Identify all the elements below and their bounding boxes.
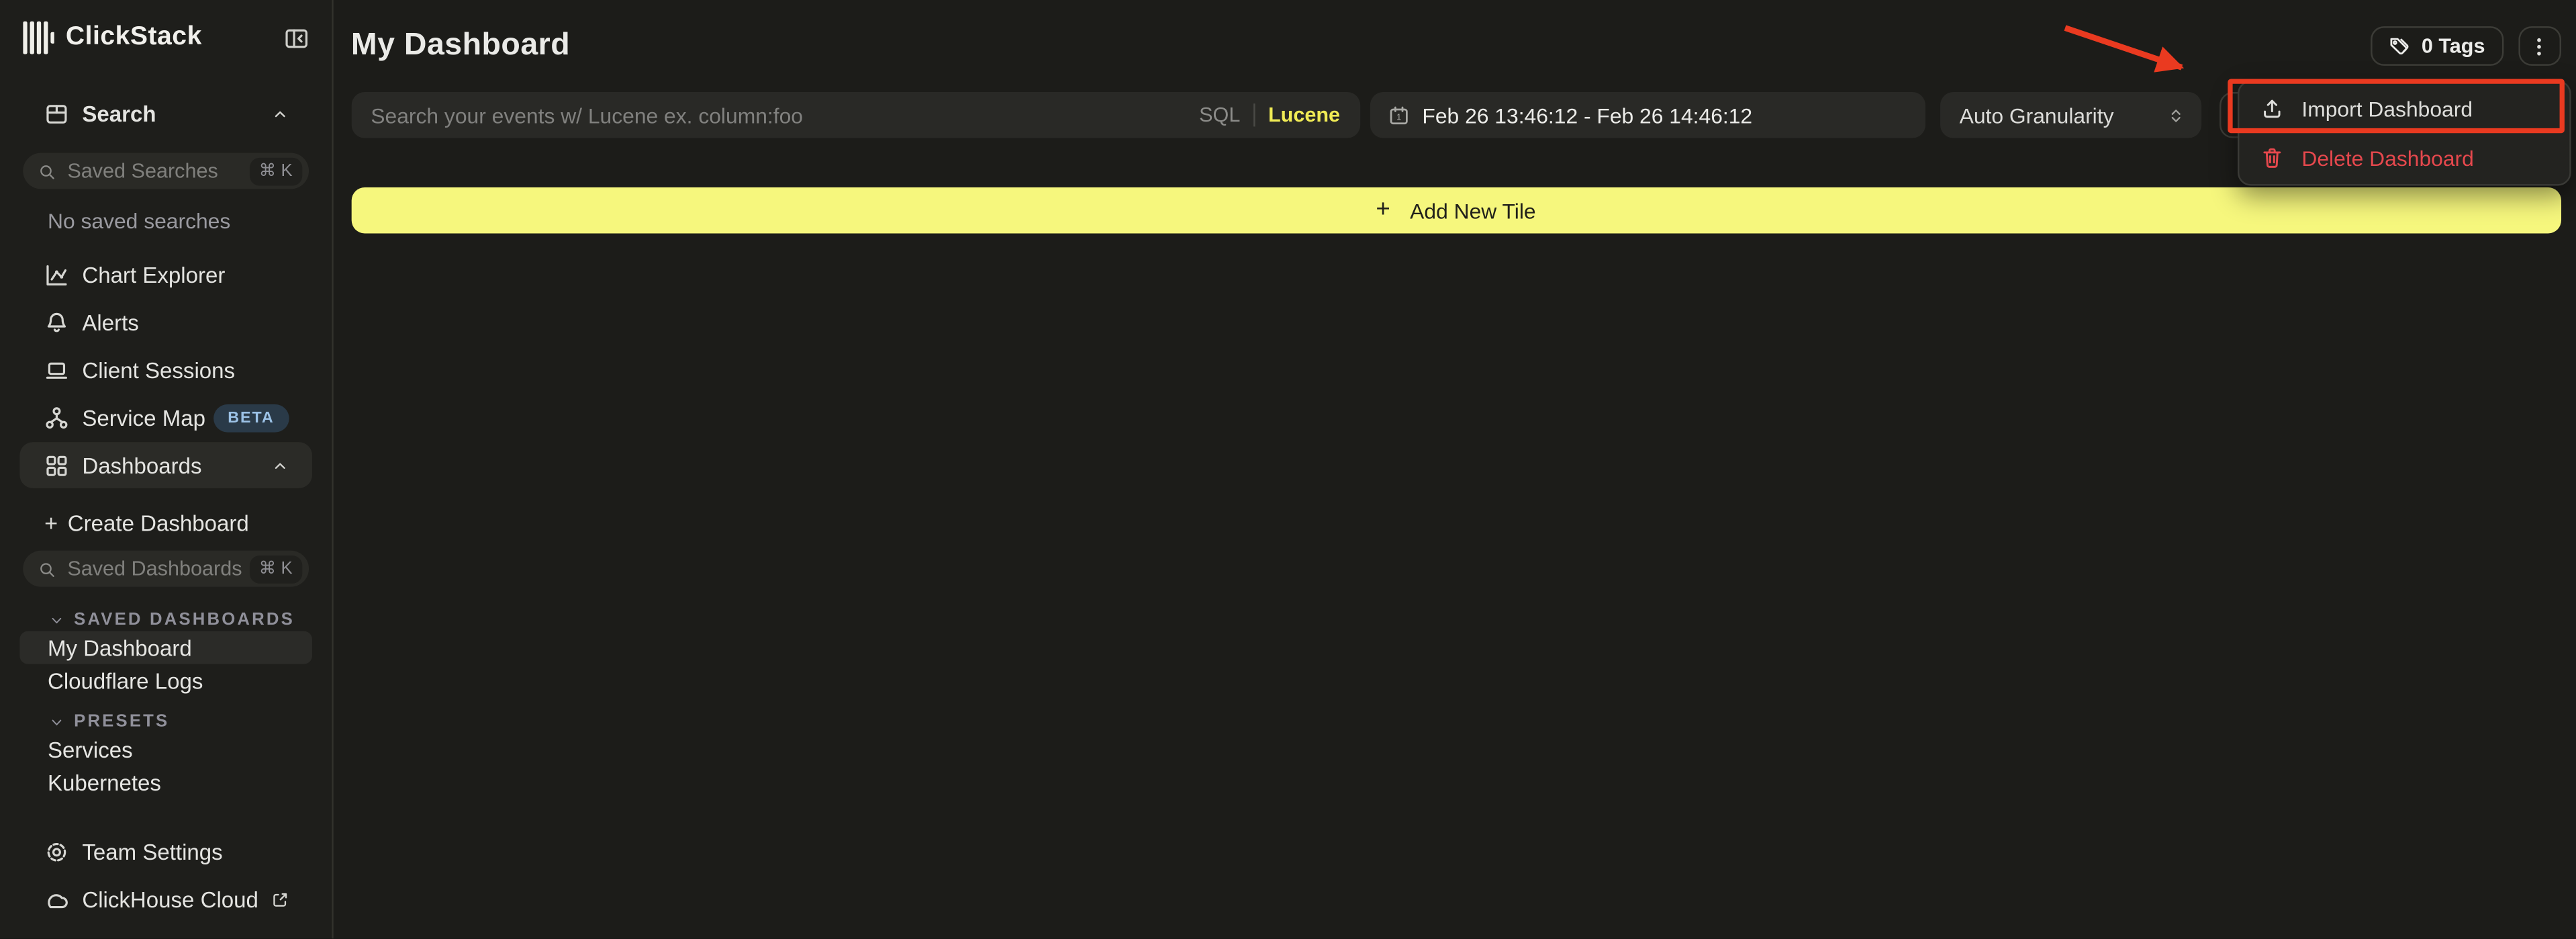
- chevron-up-icon: [271, 456, 289, 474]
- event-search-box[interactable]: SQL Lucene: [351, 92, 1360, 138]
- event-search-input[interactable]: [371, 103, 1186, 128]
- plus-icon: +: [44, 510, 58, 536]
- service-map-icon: [44, 406, 69, 431]
- svg-text:1: 1: [1396, 111, 1400, 121]
- sidebar-item-chart-explorer[interactable]: Chart Explorer: [19, 251, 312, 299]
- clickstack-logo-icon: [23, 21, 54, 54]
- sidebar-collapse-button[interactable]: [281, 22, 312, 53]
- saved-dashboards-field[interactable]: [67, 557, 249, 580]
- sidebar-item-label: Service Map: [82, 406, 205, 431]
- no-saved-searches-text: No saved searches: [19, 209, 312, 232]
- sidebar-item-search[interactable]: Search: [19, 99, 312, 128]
- query-language-toggle: SQL Lucene: [1199, 103, 1340, 126]
- sql-toggle[interactable]: SQL: [1199, 103, 1240, 126]
- page-title: My Dashboard: [351, 28, 570, 64]
- menu-item-delete-dashboard[interactable]: Delete Dashboard: [2239, 133, 2569, 182]
- sidebar-item-service-map[interactable]: Service Map BETA: [19, 394, 312, 442]
- cloud-icon: [44, 887, 69, 912]
- create-dashboard-label: Create Dashboard: [68, 510, 249, 535]
- dashboard-menu-button[interactable]: [2518, 26, 2561, 66]
- laptop-icon: [44, 358, 69, 383]
- sidebar-item-label: Alerts: [82, 311, 138, 336]
- preset-list-item-kubernetes[interactable]: Kubernetes: [19, 766, 312, 799]
- upload-icon: [2260, 97, 2283, 120]
- section-label: PRESETS: [74, 712, 169, 731]
- dashboard-list-item-cloudflare-logs[interactable]: Cloudflare Logs: [19, 664, 312, 697]
- preset-list-item-services[interactable]: Services: [19, 733, 312, 766]
- main-header: My Dashboard 0 Tags: [351, 23, 2561, 69]
- chevron-up-icon: [271, 104, 289, 122]
- tags-icon: [2389, 36, 2410, 57]
- add-new-tile-button[interactable]: + Add New Tile: [351, 187, 2561, 234]
- sidebar-item-label: ClickHouse Cloud: [82, 887, 258, 912]
- list-item-label: Cloudflare Logs: [48, 668, 203, 693]
- chevron-down-icon: [49, 714, 64, 729]
- time-range-picker[interactable]: 1 Feb 26 13:46:12 - Feb 26 14:46:12: [1370, 92, 1925, 138]
- sidebar-item-alerts[interactable]: Alerts: [19, 299, 312, 347]
- beta-badge: BETA: [213, 404, 289, 433]
- select-chevrons-icon: [2167, 106, 2185, 124]
- sidebar-nav: Chart Explorer Alerts Client Sessions: [19, 251, 312, 488]
- app-title: ClickStack: [66, 23, 202, 52]
- dashboards-grid-icon: [44, 453, 69, 478]
- menu-item-label: Import Dashboard: [2301, 96, 2473, 121]
- logo-row: ClickStack: [19, 19, 312, 56]
- chart-icon: [44, 263, 69, 288]
- menu-item-label: Delete Dashboard: [2301, 146, 2473, 171]
- sidebar: ClickStack Search: [0, 0, 334, 939]
- list-item-label: Kubernetes: [48, 770, 161, 795]
- calendar-icon: 1: [1388, 104, 1409, 126]
- chevron-down-icon: [49, 613, 64, 627]
- header-actions: 0 Tags: [2371, 26, 2561, 66]
- gear-icon: [44, 840, 69, 864]
- granularity-select[interactable]: Auto Granularity: [1940, 92, 2201, 138]
- shortcut-badge: ⌘ K: [249, 555, 302, 583]
- tags-label: 0 Tags: [2422, 34, 2485, 57]
- sidebar-item-label: Client Sessions: [82, 358, 235, 383]
- sidebar-spacer: [19, 799, 312, 836]
- tags-button[interactable]: 0 Tags: [2371, 26, 2503, 66]
- sidebar-footer: Team Settings ClickHouse Cloud: [19, 836, 312, 916]
- dashboard-actions-menu: Import Dashboard Delete Dashboard: [2238, 81, 2571, 186]
- sidebar-item-client-sessions[interactable]: Client Sessions: [19, 347, 312, 394]
- saved-searches-field[interactable]: [67, 159, 249, 182]
- sidebar-item-dashboards[interactable]: Dashboards: [19, 442, 312, 488]
- search-icon: [38, 162, 56, 180]
- search-icon: [38, 560, 56, 578]
- saved-searches-input[interactable]: ⌘ K: [23, 153, 309, 189]
- external-link-icon: [271, 891, 289, 909]
- sidebar-item-label: Search: [82, 101, 156, 126]
- search-section-icon: [44, 101, 69, 126]
- panel-collapse-icon: [284, 26, 309, 50]
- lucene-toggle[interactable]: Lucene: [1268, 103, 1340, 126]
- add-new-tile-label: Add New Tile: [1410, 198, 1535, 223]
- sidebar-item-label: Team Settings: [82, 840, 222, 864]
- dashboard-main: My Dashboard 0 Tags: [334, 0, 2576, 939]
- list-item-label: Services: [48, 737, 133, 762]
- divider: [1253, 103, 1255, 126]
- time-range-value: Feb 26 13:46:12 - Feb 26 14:46:12: [1422, 103, 1752, 128]
- kebab-menu-icon: [2527, 34, 2552, 58]
- sidebar-item-clickhouse-cloud[interactable]: ClickHouse Cloud: [19, 883, 312, 916]
- toolbar: SQL Lucene 1 Feb 26 13:46:12 - Feb 26 14…: [351, 92, 2561, 138]
- plus-icon: +: [1376, 195, 1390, 224]
- sidebar-item-label: Dashboards: [82, 453, 201, 478]
- section-label: SAVED DASHBOARDS: [74, 610, 295, 629]
- shortcut-badge: ⌘ K: [249, 157, 302, 185]
- sidebar-item-team-settings[interactable]: Team Settings: [19, 836, 312, 868]
- trash-icon: [2260, 146, 2283, 169]
- create-dashboard-button[interactable]: + Create Dashboard: [19, 508, 312, 537]
- section-presets[interactable]: PRESETS: [19, 710, 312, 733]
- menu-item-import-dashboard[interactable]: Import Dashboard: [2239, 84, 2569, 133]
- app-window: ClickStack Search: [0, 0, 2576, 939]
- sidebar-item-label: Chart Explorer: [82, 263, 225, 288]
- dashboard-list-item-my-dashboard[interactable]: My Dashboard: [19, 631, 312, 664]
- saved-dashboards-input[interactable]: ⌘ K: [23, 551, 309, 587]
- bell-icon: [44, 311, 69, 336]
- list-item-label: My Dashboard: [48, 635, 192, 660]
- section-saved-dashboards[interactable]: SAVED DASHBOARDS: [19, 608, 312, 631]
- granularity-value: Auto Granularity: [1960, 103, 2114, 128]
